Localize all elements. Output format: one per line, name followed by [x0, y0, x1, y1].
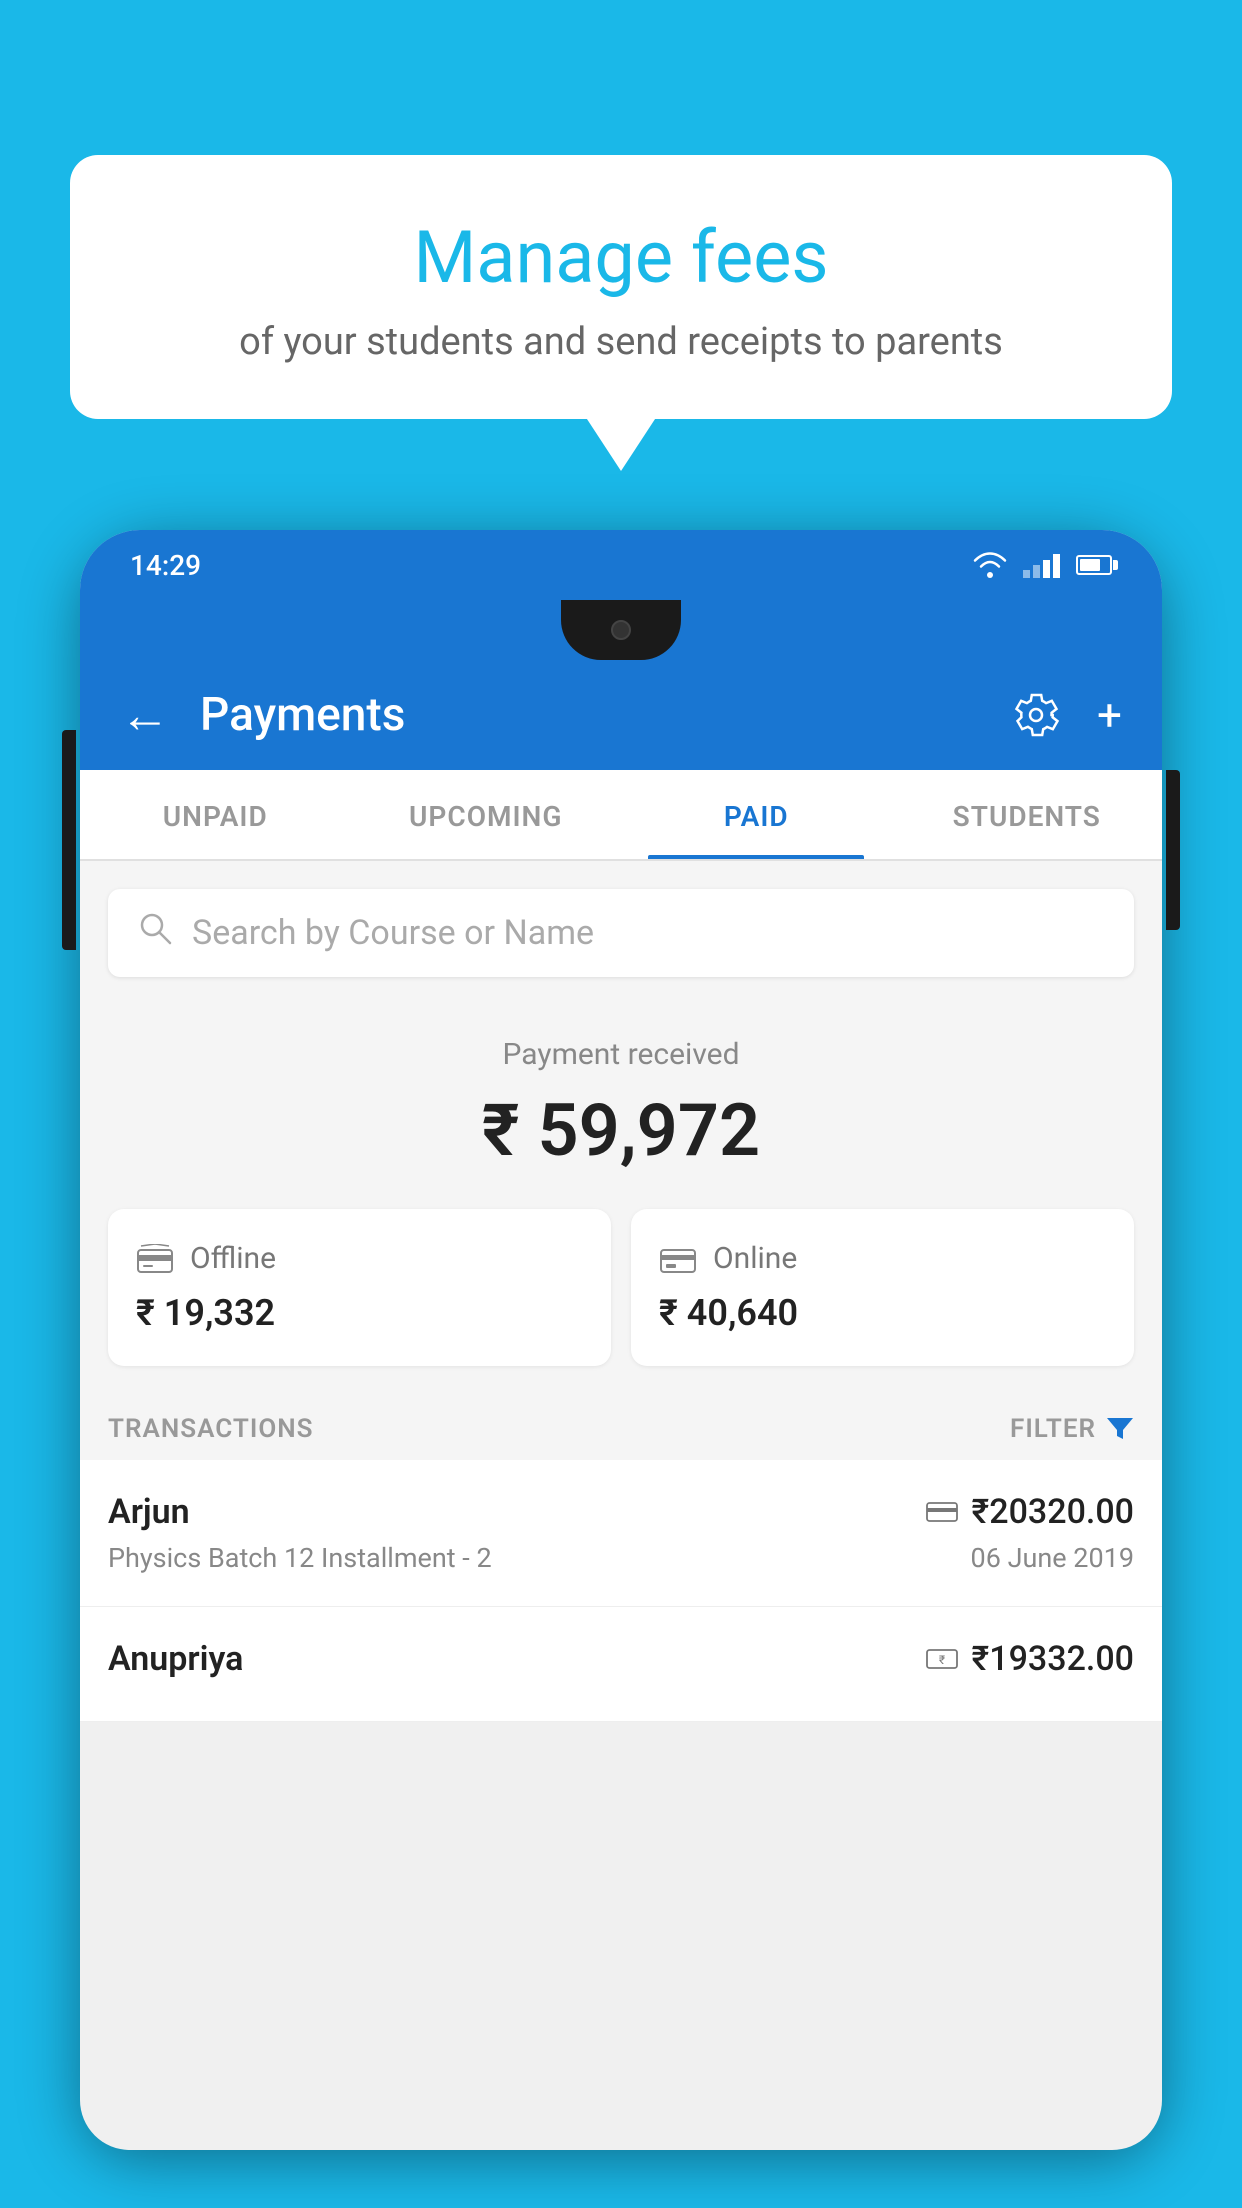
payment-label: Payment received	[108, 1037, 1134, 1072]
payment-summary: Payment received ₹ 59,972	[80, 997, 1162, 1209]
signal-icon	[1023, 552, 1060, 578]
phone-frame: 14:29	[80, 530, 1162, 2150]
back-button[interactable]: ←	[120, 686, 170, 745]
filter-icon	[1106, 1416, 1134, 1442]
transaction-name-anupriya: Anupriya	[108, 1639, 243, 1679]
transaction-amount-wrap-anupriya: ₹ ₹19332.00	[926, 1639, 1134, 1679]
header-icons: +	[1011, 689, 1122, 741]
bubble-title: Manage fees	[130, 215, 1112, 300]
camera-dot	[611, 620, 631, 640]
tab-upcoming[interactable]: UPCOMING	[351, 770, 622, 859]
tabs-bar: UNPAID UPCOMING PAID STUDENTS	[80, 770, 1162, 861]
tab-paid[interactable]: PAID	[621, 770, 892, 859]
transaction-top-arjun: Arjun ₹20320.00	[108, 1492, 1134, 1532]
payment-amount: ₹ 59,972	[108, 1088, 1134, 1173]
transaction-amount-arjun: ₹20320.00	[972, 1492, 1134, 1532]
transaction-card-icon-arjun	[926, 1500, 958, 1524]
transactions-label: TRANSACTIONS	[108, 1414, 314, 1444]
tab-students[interactable]: STUDENTS	[892, 770, 1163, 859]
transaction-row-anupriya[interactable]: Anupriya ₹ ₹19332.00	[80, 1607, 1162, 1722]
transaction-amount-anupriya: ₹19332.00	[972, 1639, 1134, 1679]
add-button[interactable]: +	[1097, 689, 1122, 741]
bubble-subtitle: of your students and send receipts to pa…	[130, 320, 1112, 364]
settings-icon[interactable]	[1011, 690, 1061, 740]
status-bar: 14:29	[80, 530, 1162, 600]
status-icons	[973, 552, 1112, 578]
offline-label: Offline	[190, 1241, 276, 1276]
online-icon	[659, 1244, 697, 1274]
wifi-icon	[973, 552, 1007, 578]
online-card: Online ₹ 40,640	[631, 1209, 1134, 1366]
transaction-date-arjun: 06 June 2019	[971, 1542, 1134, 1574]
battery-icon	[1076, 555, 1112, 575]
offline-card: Offline ₹ 19,332	[108, 1209, 611, 1366]
transaction-top-anupriya: Anupriya ₹ ₹19332.00	[108, 1639, 1134, 1679]
svg-text:₹: ₹	[938, 1653, 944, 1667]
notch-area	[80, 600, 1162, 660]
transactions-header: TRANSACTIONS FILTER	[80, 1396, 1162, 1460]
header-title: Payments	[200, 688, 1011, 742]
transaction-row-arjun[interactable]: Arjun ₹20320.00 Physics Batch 12 Install…	[80, 1460, 1162, 1607]
transaction-bottom-arjun: Physics Batch 12 Installment - 2 06 June…	[108, 1542, 1134, 1574]
online-card-header: Online	[659, 1241, 1106, 1276]
speech-bubble-container: Manage fees of your students and send re…	[70, 155, 1172, 419]
status-time: 14:29	[130, 549, 201, 582]
search-input[interactable]: Search by Course or Name	[192, 913, 594, 953]
search-bar[interactable]: Search by Course or Name	[108, 889, 1134, 977]
transaction-name-arjun: Arjun	[108, 1492, 190, 1532]
transaction-desc-arjun: Physics Batch 12 Installment - 2	[108, 1542, 492, 1574]
offline-icon	[136, 1244, 174, 1274]
online-label: Online	[713, 1241, 797, 1276]
phone-container: 14:29	[80, 530, 1162, 2208]
notch	[561, 600, 681, 660]
search-icon	[138, 911, 172, 955]
speech-bubble: Manage fees of your students and send re…	[70, 155, 1172, 419]
transaction-cash-icon-anupriya: ₹	[926, 1647, 958, 1671]
search-section: Search by Course or Name	[80, 861, 1162, 997]
filter-button[interactable]: FILTER	[1010, 1414, 1134, 1444]
online-amount: ₹ 40,640	[659, 1292, 1106, 1334]
offline-card-header: Offline	[136, 1241, 583, 1276]
app-header: ← Payments +	[80, 660, 1162, 770]
transaction-amount-wrap-arjun: ₹20320.00	[926, 1492, 1134, 1532]
offline-amount: ₹ 19,332	[136, 1292, 583, 1334]
phone-screen: 14:29	[80, 530, 1162, 2150]
filter-text: FILTER	[1010, 1414, 1096, 1444]
tab-unpaid[interactable]: UNPAID	[80, 770, 351, 859]
payment-cards: Offline ₹ 19,332 Online ₹ 40,640	[80, 1209, 1162, 1396]
